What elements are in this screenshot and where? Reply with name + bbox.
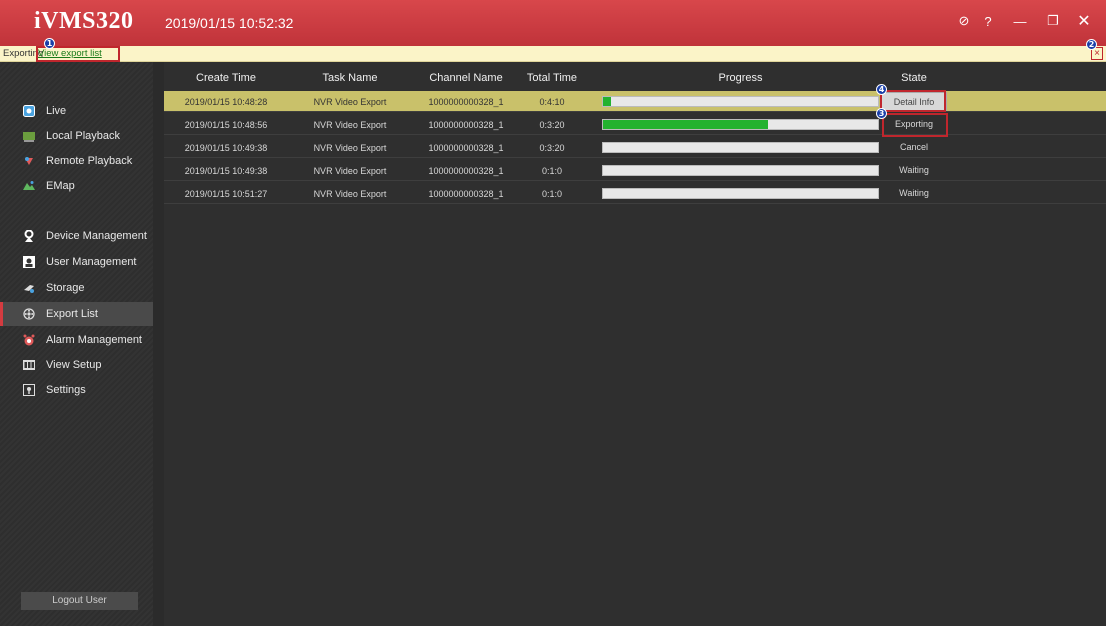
- callout-marker: 4: [876, 84, 887, 95]
- progress-bar: [602, 165, 879, 176]
- sidebar-item-label: Export List: [46, 308, 98, 320]
- cancel-button[interactable]: Cancel: [881, 138, 947, 157]
- table-row[interactable]: 2019/01/15 10:49:38 NVR Video Export 100…: [164, 160, 1106, 181]
- cell-task-name: NVR Video Export: [313, 97, 387, 107]
- view-setup-icon: [22, 358, 36, 372]
- cell-total-time: 0:3:20: [539, 143, 565, 153]
- table-row[interactable]: 2019/01/15 10:51:27 NVR Video Export 100…: [164, 183, 1106, 204]
- progress-fill: [603, 97, 612, 106]
- sidebar-item-device-management[interactable]: Device Management: [0, 224, 153, 248]
- sidebar-item-storage[interactable]: Storage: [0, 276, 153, 300]
- cell-total-time: 0:1:0: [541, 166, 563, 176]
- callout-marker: 2: [1086, 39, 1097, 50]
- sidebar-item-label: Remote Playback: [46, 155, 133, 167]
- callout-marker: 1: [44, 38, 55, 49]
- sidebar-item-user-management[interactable]: User Management: [0, 250, 153, 274]
- state-label: Waiting: [899, 165, 929, 175]
- column-header-progress: Progress: [718, 72, 763, 84]
- cell-create-time: 2019/01/15 10:49:38: [184, 166, 268, 176]
- sidebar-item-label: Storage: [46, 282, 85, 294]
- cell-create-time: 2019/01/15 10:51:27: [184, 189, 268, 199]
- sidebar-item-label: Local Playback: [46, 130, 120, 142]
- callout-marker: 3: [876, 108, 887, 119]
- cell-channel-name: 1000000000328_1: [428, 143, 504, 153]
- minimize-icon[interactable]: —: [1009, 10, 1031, 32]
- table-row[interactable]: 2019/01/15 10:48:28 NVR Video Export 100…: [164, 91, 1106, 112]
- state-label: Exporting: [894, 119, 934, 129]
- column-header-channel-name: Channel Name: [429, 72, 503, 84]
- progress-bar: [602, 142, 879, 153]
- app-logo: iVMS320: [34, 8, 134, 34]
- cell-task-name: NVR Video Export: [313, 189, 387, 199]
- column-header-state: State: [901, 72, 927, 84]
- title-bar: iVMS320 2019/01/15 10:52:32 ⊘ ? — ❐ ✕: [0, 0, 1106, 46]
- storage-icon: [22, 281, 36, 295]
- state-label: Waiting: [899, 188, 929, 198]
- cell-task-name: NVR Video Export: [313, 166, 387, 176]
- progress-bar: [602, 119, 879, 130]
- sidebar-item-local-playback[interactable]: Local Playback: [0, 124, 153, 148]
- alarm-icon: [22, 333, 36, 347]
- help-icon[interactable]: ?: [977, 10, 999, 32]
- sidebar-item-label: Device Management: [46, 230, 147, 242]
- sidebar-item-emap[interactable]: EMap: [0, 174, 153, 198]
- sidebar-item-live[interactable]: Live: [0, 99, 153, 123]
- cell-channel-name: 1000000000328_1: [428, 166, 504, 176]
- user-management-icon: [22, 255, 36, 269]
- progress-fill: [603, 120, 768, 129]
- cell-total-time: 0:3:20: [539, 120, 565, 130]
- local-playback-icon: [22, 129, 36, 143]
- cell-task-name: NVR Video Export: [313, 120, 387, 130]
- sidebar-item-label: User Management: [46, 256, 137, 268]
- cell-create-time: 2019/01/15 10:49:38: [184, 143, 268, 153]
- export-list-icon: [22, 307, 36, 321]
- sidebar-item-label: View Setup: [46, 359, 102, 371]
- app-window: iVMS320 2019/01/15 10:52:32 ⊘ ? — ❐ ✕ Ex…: [0, 0, 1106, 626]
- device-management-icon: [22, 229, 36, 243]
- close-icon[interactable]: ✕: [1073, 10, 1095, 32]
- datetime-display: 2019/01/15 10:52:32: [165, 15, 294, 31]
- column-header-task-name: Task Name: [322, 72, 378, 84]
- cell-total-time: 0:4:10: [539, 97, 565, 107]
- cell-create-time: 2019/01/15 10:48:28: [184, 97, 268, 107]
- progress-bar: [602, 96, 879, 107]
- sidebar-item-label: Live: [46, 105, 67, 117]
- table-row[interactable]: 2019/01/15 10:49:38 NVR Video Export 100…: [164, 137, 1106, 158]
- sidebar-item-label: Settings: [46, 384, 86, 396]
- cell-create-time: 2019/01/15 10:48:56: [184, 120, 268, 130]
- column-header-total-time: Total Time: [526, 72, 578, 84]
- table-header: Create Time Task Name Channel Name Total…: [164, 70, 1106, 88]
- detail-info-button[interactable]: Detail Info: [881, 92, 947, 111]
- cell-channel-name: 1000000000328_1: [428, 97, 504, 107]
- sidebar-item-label: EMap: [46, 180, 75, 192]
- cell-task-name: NVR Video Export: [313, 143, 387, 153]
- progress-bar: [602, 188, 879, 199]
- export-list-panel: Create Time Task Name Channel Name Total…: [164, 62, 1106, 626]
- sidebar-item-label: Alarm Management: [46, 334, 142, 346]
- remote-playback-icon: [22, 154, 36, 168]
- info-icon[interactable]: ⊘: [953, 10, 975, 32]
- settings-icon: [22, 383, 36, 397]
- cell-channel-name: 1000000000328_1: [428, 120, 504, 130]
- export-notice-bar: Exporting View export list ×: [0, 46, 1106, 62]
- sidebar-item-remote-playback[interactable]: Remote Playback: [0, 149, 153, 173]
- column-header-create-time: Create Time: [196, 72, 256, 84]
- sidebar-item-settings[interactable]: Settings: [0, 378, 153, 402]
- sidebar-item-alarm-management[interactable]: Alarm Management: [0, 328, 153, 352]
- sidebar: Live Local Playback Remote Playback EMap…: [0, 62, 153, 626]
- logout-button[interactable]: Logout User: [21, 592, 138, 610]
- cell-channel-name: 1000000000328_1: [428, 189, 504, 199]
- sidebar-item-view-setup[interactable]: View Setup: [0, 353, 153, 377]
- restore-icon[interactable]: ❐: [1042, 10, 1064, 32]
- sidebar-item-export-list[interactable]: Export List: [0, 302, 153, 326]
- live-icon: [22, 104, 36, 118]
- emap-icon: [22, 179, 36, 193]
- table-row[interactable]: 2019/01/15 10:48:56 NVR Video Export 100…: [164, 114, 1106, 135]
- cell-total-time: 0:1:0: [541, 189, 563, 199]
